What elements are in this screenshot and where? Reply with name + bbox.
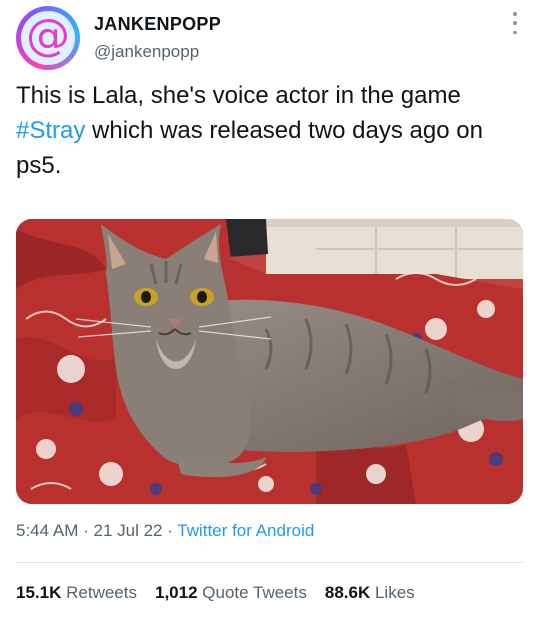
tweet-text-part: This is Lala, she's voice actor in the g… — [16, 82, 461, 109]
hashtag-link[interactable]: #Stray — [16, 117, 85, 144]
tweet-text-part: which was released two days ago on ps5. — [16, 117, 483, 179]
likes-count: 88.6K — [324, 583, 371, 602]
avatar[interactable]: @ — [16, 6, 80, 70]
tweet-text: This is Lala, she's voice actor in the g… — [16, 78, 526, 183]
tweet-date[interactable]: 21 Jul 22 — [93, 521, 162, 540]
retweets-label: Retweets — [66, 583, 137, 602]
tweet-source-link[interactable]: Twitter for Android — [177, 521, 314, 540]
meta-separator: · — [162, 521, 178, 540]
retweets-stat[interactable]: 15.1K Retweets — [16, 583, 137, 603]
quote-tweets-stat[interactable]: 1,012 Quote Tweets — [155, 583, 307, 603]
cat-photo — [16, 219, 523, 504]
tweet-photo[interactable] — [16, 219, 523, 504]
quote-tweets-count: 1,012 — [154, 583, 198, 602]
retweets-count: 15.1K — [16, 583, 62, 602]
display-name[interactable]: JANKENPOPP — [94, 14, 221, 35]
at-sign-icon: @ — [26, 10, 70, 61]
likes-label: Likes — [374, 583, 415, 602]
more-options-icon[interactable] — [508, 12, 522, 34]
meta-separator: · — [78, 521, 94, 540]
avatar-inner: @ — [21, 11, 75, 65]
divider — [16, 562, 524, 563]
quote-tweets-label: Quote Tweets — [202, 583, 307, 602]
likes-stat[interactable]: 88.6K Likes — [325, 583, 415, 603]
user-handle[interactable]: @jankenpopp — [94, 42, 199, 62]
engagement-stats: 15.1K Retweets 1,012 Quote Tweets 88.6K … — [16, 583, 415, 603]
tweet-meta: 5:44 AM · 21 Jul 22 · Twitter for Androi… — [16, 521, 314, 541]
tweet-header: @ JANKENPOPP @jankenpopp — [16, 4, 524, 72]
tweet-time[interactable]: 5:44 AM — [16, 521, 78, 540]
